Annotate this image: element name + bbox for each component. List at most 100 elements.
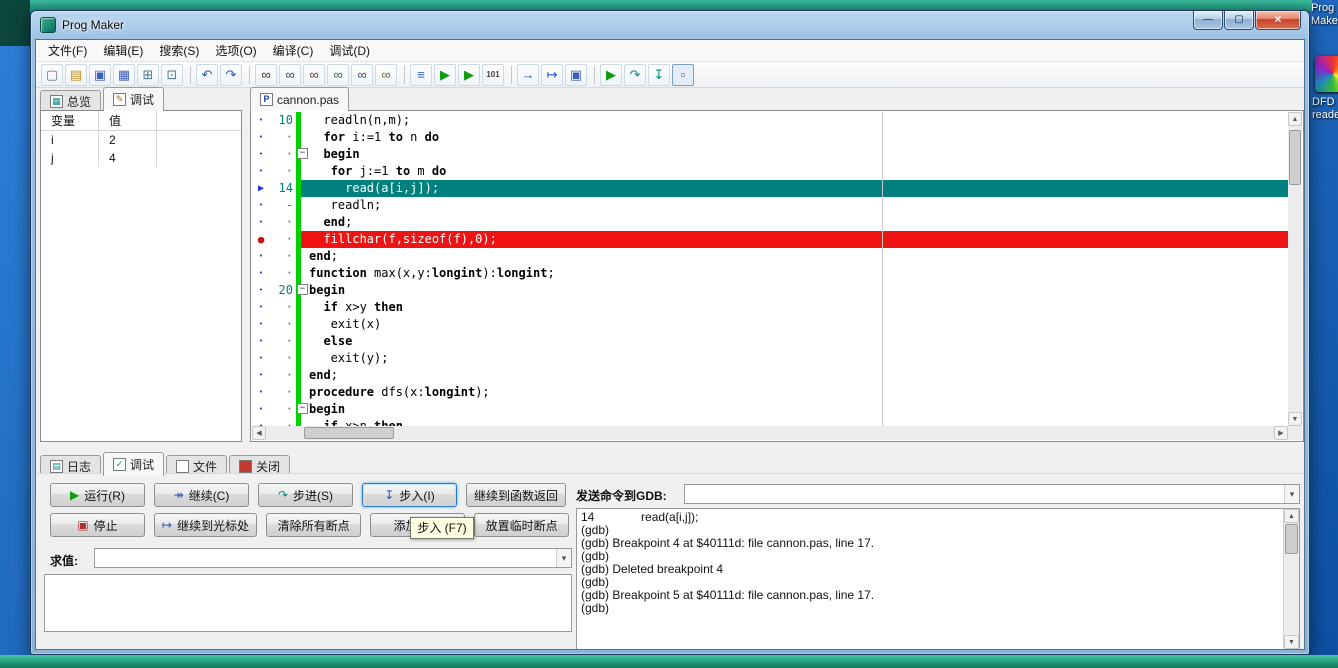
scroll-up-icon[interactable]: ▲ <box>1288 112 1302 126</box>
close-button[interactable]: × <box>1255 11 1301 30</box>
editor-vscroll-thumb[interactable] <box>1289 130 1301 185</box>
gutter-dot-icon[interactable]: • <box>252 163 270 180</box>
scroll-left-icon[interactable]: ◀ <box>252 426 266 440</box>
gutter-dot-icon[interactable]: • <box>252 282 270 299</box>
evaluate-combo[interactable]: ▾ <box>94 548 572 568</box>
redo-button[interactable]: ↷ <box>220 63 242 86</box>
evaluate-input[interactable] <box>95 549 556 567</box>
gutter-dot-icon[interactable]: • <box>252 197 270 214</box>
step-into-button[interactable]: ↧ 步入(I) <box>362 483 457 507</box>
find-next-button[interactable]: ∞ <box>279 63 301 86</box>
left-tab-debug[interactable]: ✎ 调试 <box>103 87 165 111</box>
dropdown-arrow-icon[interactable]: ▾ <box>1284 485 1299 503</box>
code-editor[interactable]: • 10 readln(n,m); • · for i:=1 to n do • · − b… <box>250 110 1304 442</box>
gutter-dot-icon[interactable]: • <box>252 418 270 426</box>
trace-into-button[interactable]: ↧ <box>648 63 670 86</box>
clear-breakpoints-button[interactable]: 清除所有断点 <box>266 513 362 537</box>
gutter-dot-icon[interactable]: • <box>252 316 270 333</box>
menu-item[interactable]: 选项(O) <box>207 40 264 62</box>
gutter-dot-icon[interactable]: • <box>252 350 270 367</box>
compile-and-run-button[interactable]: ▶ <box>458 63 480 86</box>
find-previous-button[interactable]: ∞ <box>303 63 325 86</box>
compile-button[interactable]: ≡ <box>410 63 432 86</box>
gdb-scroll-thumb[interactable] <box>1285 524 1298 554</box>
left-tab-overview[interactable]: ▦ 总览 <box>40 90 102 111</box>
gutter-dot-icon[interactable]: • <box>252 146 270 163</box>
replace-button[interactable]: ∞ <box>327 63 349 86</box>
undo-button[interactable]: ↶ <box>196 63 218 86</box>
window-list-button[interactable]: ⊡ <box>161 63 183 86</box>
gdb-output-line: (gdb) Breakpoint 5 at $40111d: file cann… <box>581 588 875 602</box>
step-to-cursor-button[interactable]: → <box>517 63 539 86</box>
title-bar[interactable]: Prog Maker — ▢ × <box>31 11 1309 39</box>
compile-icon: ≡ <box>417 67 425 82</box>
current-line-arrow-icon[interactable]: ▶ <box>252 180 270 197</box>
desktop-icon-dfd-reader[interactable]: DFD reader <box>1312 56 1338 122</box>
files-tab-icon <box>176 459 190 473</box>
step-over-button[interactable]: ↷ 步进(S) <box>258 483 353 507</box>
fold-marker-icon[interactable]: − <box>297 284 308 295</box>
desktop-icon-prog-maker[interactable]: Prog Maker <box>1311 2 1338 28</box>
app-icon <box>40 17 56 33</box>
run-button[interactable]: ▶ 运行(R) <box>50 483 145 507</box>
gutter-dot-icon[interactable]: • <box>252 214 270 231</box>
breakpoint-list-button[interactable]: ▫ <box>672 63 694 86</box>
watch-header-cell: 值 <box>99 111 157 130</box>
debug-run-button[interactable]: ▶ <box>600 63 622 86</box>
run-to-cursor-button[interactable]: ↦ 继续到光标处 <box>154 513 258 537</box>
gutter-dot-icon[interactable]: • <box>252 384 270 401</box>
watch-row[interactable]: i2 <box>41 131 241 149</box>
gutter-dot-icon[interactable]: • <box>252 401 270 418</box>
stop-button[interactable]: ▣ 停止 <box>50 513 145 537</box>
fold-marker-icon[interactable]: − <box>297 148 308 159</box>
new-file-button[interactable]: ▢ <box>41 63 63 86</box>
find-button[interactable]: ∞ <box>255 63 277 86</box>
temp-breakpoint-button[interactable]: 放置临时断点 <box>474 513 570 537</box>
menu-item[interactable]: 文件(F) <box>40 40 95 62</box>
editor-hscrollbar[interactable]: ◀ ▶ <box>252 426 1288 440</box>
run-to-return-button[interactable]: 继续到函数返回 <box>466 483 567 507</box>
step-out-button[interactable]: ↦ <box>541 63 563 86</box>
minimize-button[interactable]: — <box>1193 11 1223 30</box>
open-file-button[interactable]: ▤ <box>65 63 87 86</box>
save-file-button[interactable]: ▣ <box>89 63 111 86</box>
run-button[interactable]: ▶ <box>434 63 456 86</box>
editor-tab-cannon-pas[interactable]: P cannon.pas <box>250 87 350 111</box>
gdb-scrollbar[interactable]: ▲ ▼ <box>1283 509 1299 649</box>
save-all-button[interactable]: ▦ <box>113 63 135 86</box>
menu-item[interactable]: 编辑(E) <box>95 40 151 62</box>
editor-lines[interactable]: • 10 readln(n,m); • · for i:=1 to n do • · − b… <box>252 112 1288 426</box>
continue-button[interactable]: ↠ 继续(C) <box>154 483 249 507</box>
build-all-button[interactable]: 101 <box>482 63 504 86</box>
gutter-dot-icon[interactable]: • <box>252 265 270 282</box>
project-window-button[interactable]: ⊞ <box>137 63 159 86</box>
breakpoint-marker-icon[interactable]: ● <box>252 231 270 248</box>
save-session-button[interactable]: ▣ <box>565 63 587 86</box>
gutter-dot-icon[interactable]: • <box>252 112 270 129</box>
step-over-button[interactable]: ↷ <box>624 63 646 86</box>
watch-row[interactable]: j4 <box>41 149 241 167</box>
bottom-tab-debug[interactable]: ✓ 调试 <box>103 452 165 476</box>
scroll-down-icon[interactable]: ▼ <box>1288 412 1302 426</box>
dropdown-arrow-icon[interactable]: ▾ <box>556 549 571 567</box>
gdb-command-input[interactable] <box>685 485 1284 503</box>
gutter-dot-icon[interactable]: • <box>252 367 270 384</box>
scroll-right-icon[interactable]: ▶ <box>1274 426 1288 440</box>
gutter-dot-icon[interactable]: • <box>252 129 270 146</box>
menu-item[interactable]: 编译(C) <box>265 40 322 62</box>
maximize-button[interactable]: ▢ <box>1224 11 1254 30</box>
editor-hscroll-thumb[interactable] <box>304 427 394 439</box>
scroll-up-icon[interactable]: ▲ <box>1284 509 1299 523</box>
find-in-files-button[interactable]: ∞ <box>351 63 373 86</box>
editor-vscrollbar[interactable]: ▲ ▼ <box>1288 112 1302 426</box>
search-again-button[interactable]: ∞ <box>375 63 397 86</box>
gutter-dot-icon[interactable]: • <box>252 333 270 350</box>
temp-breakpoint-button-label: 放置临时断点 <box>485 518 558 533</box>
gutter-dot-icon[interactable]: • <box>252 299 270 316</box>
scroll-down-icon[interactable]: ▼ <box>1284 635 1299 649</box>
fold-marker-icon[interactable]: − <box>297 403 308 414</box>
menu-item[interactable]: 搜索(S) <box>151 40 207 62</box>
gdb-command-combo[interactable]: ▾ <box>684 484 1300 504</box>
menu-item[interactable]: 调试(D) <box>321 40 378 62</box>
gutter-dot-icon[interactable]: • <box>252 248 270 265</box>
